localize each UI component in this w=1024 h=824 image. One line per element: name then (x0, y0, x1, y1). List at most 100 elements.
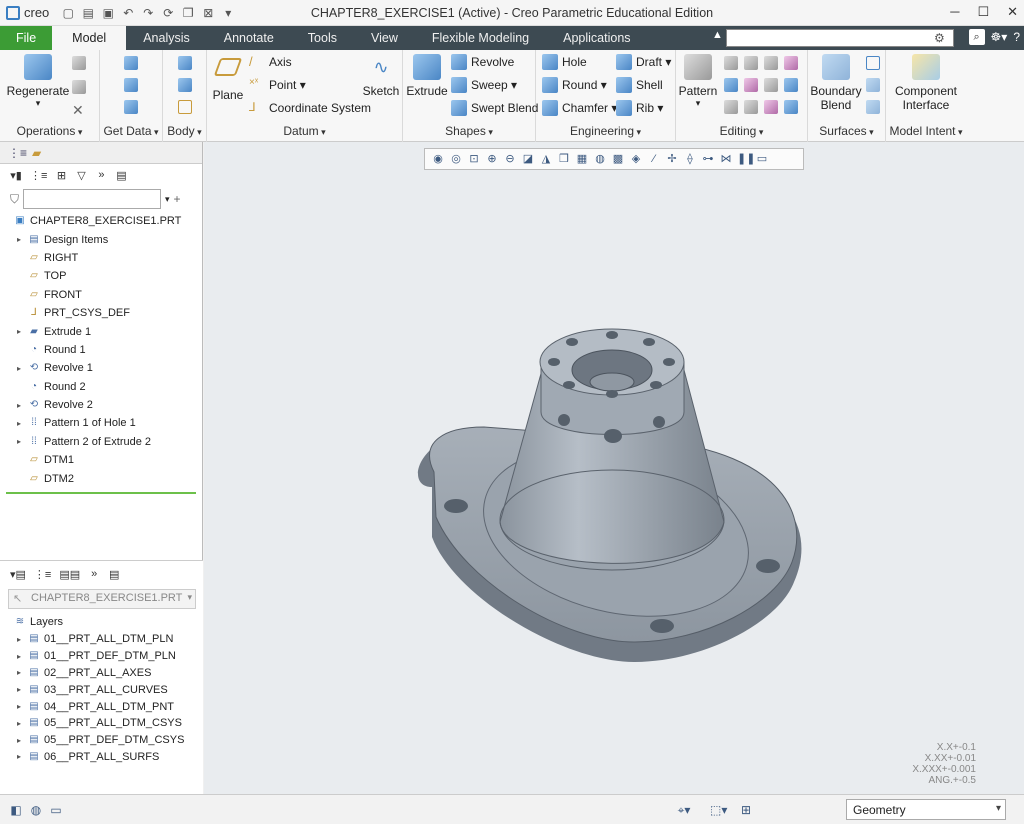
redo-icon[interactable]: ↷ (141, 6, 155, 20)
browser-toggle-icon[interactable]: ◍ (28, 802, 44, 818)
thicken-icon[interactable] (764, 78, 778, 92)
expand-arrow-icon[interactable]: ▸ (14, 702, 24, 711)
model-tree-item[interactable]: ▱ FRONT (0, 286, 202, 304)
shrinkwrap-icon[interactable] (124, 100, 138, 114)
mirror-icon[interactable] (724, 56, 738, 70)
insert-indicator[interactable] (6, 491, 196, 494)
expand-arrow-icon[interactable]: ▸ (14, 652, 24, 661)
layer-item[interactable]: ▸ ▤ 01__PRT_ALL_DTM_PLN (0, 631, 203, 648)
layer-settings-icon[interactable]: ⋮≡ (34, 568, 51, 581)
tab-model[interactable]: Model (52, 26, 127, 50)
selection-box-icon[interactable]: ⬚▾ (710, 802, 727, 818)
part-model[interactable] (204, 142, 1024, 794)
find-icon[interactable]: ⌖▾ (676, 802, 692, 818)
open-file-icon[interactable]: ▤ (81, 6, 95, 20)
model-tree-item[interactable]: ▱ RIGHT (0, 249, 202, 267)
filter-options-icon[interactable]: ▾ (165, 194, 170, 205)
model-tree-item[interactable]: ▸ ⟲ Revolve 2 (0, 396, 202, 414)
tab-file[interactable]: File (0, 26, 53, 50)
shell-button[interactable]: Shell (616, 77, 663, 93)
expand-arrow-icon[interactable]: ▸ (14, 364, 24, 373)
merge-icon[interactable] (724, 78, 738, 92)
save-icon[interactable]: ▣ (101, 6, 115, 20)
sketch-button[interactable]: ∿ Sketch (361, 54, 401, 98)
swept-blend-button[interactable]: Swept Blend (451, 100, 538, 116)
layers-heading[interactable]: ≋ Layers (0, 613, 203, 631)
extrude-button[interactable]: Extrude (405, 54, 449, 98)
expand-arrow-icon[interactable]: ▸ (14, 401, 24, 410)
plane-button[interactable]: Plane (209, 54, 247, 102)
solidify-icon[interactable] (784, 78, 798, 92)
model-tree-tab-icon[interactable]: ⋮≡ (8, 146, 27, 160)
surfaces-label[interactable]: Surfaces (808, 124, 885, 138)
model-tree-item[interactable]: ▸ ⁞⁞ Pattern 2 of Extrude 2 (0, 433, 202, 451)
tab-annotate[interactable]: Annotate (207, 26, 291, 50)
add-filter-icon[interactable]: + (174, 192, 181, 206)
expand-arrow-icon[interactable]: ▸ (14, 719, 24, 728)
component-interface-button[interactable]: Component Interface (886, 54, 966, 112)
model-tree-item[interactable]: ▱ DTM2 (0, 469, 202, 487)
show-dropdown-icon[interactable]: ▾▮ (10, 169, 22, 182)
collapse-ribbon-icon[interactable]: ▲ (712, 29, 723, 41)
expand-arrow-icon[interactable]: ▸ (14, 235, 24, 244)
user-defined-feature-icon[interactable] (124, 56, 138, 70)
windows-icon[interactable]: ❐ (181, 6, 195, 20)
model-tree-item[interactable]: ▸ ▤ Design Items (0, 230, 202, 248)
expand-arrow-icon[interactable]: ▸ (14, 327, 24, 336)
draft-button[interactable]: Draft ▾ (616, 54, 671, 70)
regenerate-quick-icon[interactable]: ⟳ (161, 6, 175, 20)
tree-filter-icon[interactable]: ▽ (75, 169, 87, 182)
help-icon[interactable]: ? (1013, 30, 1020, 44)
model-tree-item[interactable]: ⅃ PRT_CSYS_DEF (0, 304, 202, 322)
navigator-toggle-icon[interactable]: ◧ (8, 802, 24, 818)
tree-columns-icon[interactable]: ⊞ (55, 169, 67, 182)
regenerate-button[interactable]: Regenerate ▾ (6, 54, 70, 109)
extend-icon[interactable] (744, 56, 758, 70)
hole-button[interactable]: Hole (542, 54, 587, 70)
rib-button[interactable]: Rib ▾ (616, 100, 663, 116)
model-tree-item[interactable]: ▸ ⁞⁞ Pattern 1 of Hole 1 (0, 414, 202, 432)
folder-browser-tab-icon[interactable]: ▰ (32, 146, 46, 160)
tab-flexible-modeling[interactable]: Flexible Modeling (415, 26, 546, 50)
tree-notes-icon[interactable]: ▤ (115, 169, 127, 182)
round-button[interactable]: Round ▾ (542, 77, 607, 93)
offset-icon[interactable] (784, 56, 798, 70)
model-tree-root[interactable]: ▣ CHAPTER8_EXERCISE1.PRT (0, 212, 202, 230)
tab-applications[interactable]: Applications (546, 26, 647, 50)
model-tree-item[interactable]: ▱ TOP (0, 267, 202, 285)
selected-items-icon[interactable]: ⊞ (738, 802, 754, 818)
remove-icon[interactable] (784, 100, 798, 114)
fill-icon[interactable] (866, 56, 880, 70)
chamfer-button[interactable]: Chamfer ▾ (542, 100, 617, 116)
layer-item[interactable]: ▸ ▤ 02__PRT_ALL_AXES (0, 665, 203, 682)
layer-item[interactable]: ▸ ▤ 05__PRT_ALL_DTM_CSYS (0, 715, 203, 732)
more-icon[interactable]: » (88, 568, 100, 580)
model-tree-item[interactable]: ▸ ⟲ Revolve 1 (0, 359, 202, 377)
tab-analysis[interactable]: Analysis (126, 26, 207, 50)
body-label[interactable]: Body (163, 124, 206, 138)
gear-icon[interactable]: ⚙ (934, 31, 948, 45)
layer-model-select[interactable]: ↖ CHAPTER8_EXERCISE1.PRT ▾ (8, 589, 196, 609)
trim-icon[interactable] (764, 56, 778, 70)
shapes-label[interactable]: Shapes (403, 124, 535, 138)
engineering-label[interactable]: Engineering (536, 124, 675, 138)
intersect-icon[interactable] (744, 78, 758, 92)
tab-tools[interactable]: Tools (291, 26, 354, 50)
tab-view[interactable]: View (354, 26, 415, 50)
full-screen-icon[interactable]: ▭ (48, 802, 64, 818)
delete-icon[interactable]: ✕ (72, 102, 86, 118)
layer-item[interactable]: ▸ ▤ 05__PRT_DEF_DTM_CSYS (0, 732, 203, 749)
command-search-input[interactable] (726, 29, 954, 47)
expand-arrow-icon[interactable]: ▸ (14, 685, 24, 694)
coordinate-system-button[interactable]: ⅃ Coordinate System (249, 100, 371, 116)
copy-icon[interactable] (72, 56, 86, 70)
close-window-icon[interactable]: ⊠ (201, 6, 215, 20)
close-icon[interactable]: ✕ (1007, 4, 1018, 20)
axis-button[interactable]: / Axis (249, 54, 292, 70)
customize-toolbar-icon[interactable]: ▾ (221, 6, 235, 20)
model-tree-item[interactable]: ◔ Round 2 (0, 378, 202, 396)
new-body-icon[interactable] (178, 78, 192, 92)
pattern-button[interactable]: Pattern ▾ (678, 54, 718, 109)
layer-show-dropdown-icon[interactable]: ▾▤ (10, 568, 26, 581)
graphics-window[interactable]: ◉ ◎ ⊡ ⊕ ⊖ ◪ ◮ ❒ ▦ ◍ ▩ ◈ ⁄ ✢ ⟠ ⊶ ⋈ ❚❚ ▭ X… (204, 142, 1024, 794)
